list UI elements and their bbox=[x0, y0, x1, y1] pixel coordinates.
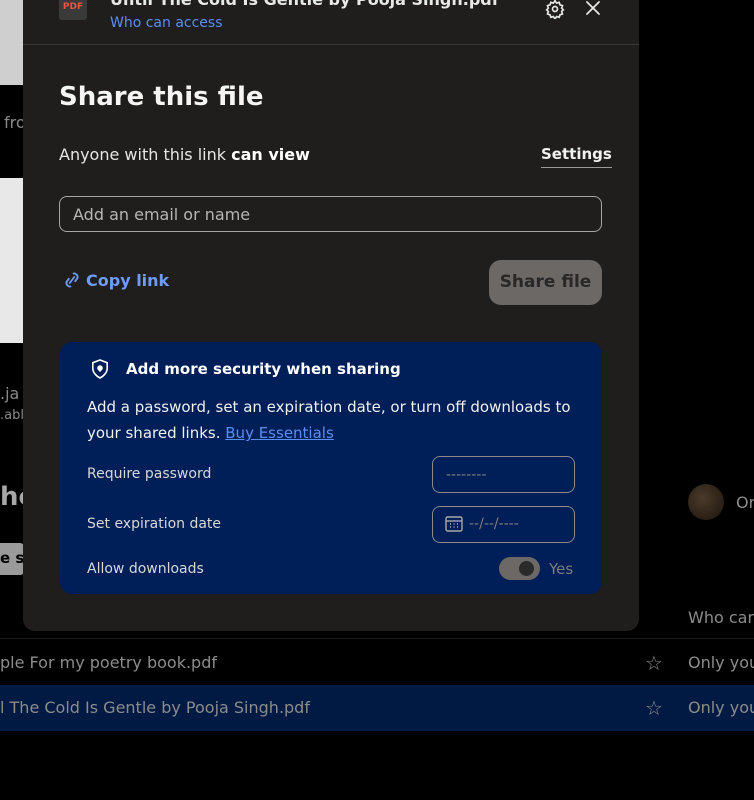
file-row-selected[interactable]: l The Cold Is Gentle by Pooja Singh.pdf … bbox=[0, 685, 754, 731]
copy-link-button[interactable]: Copy link bbox=[64, 270, 169, 290]
file-name[interactable]: ple For my poetry book.pdf bbox=[0, 653, 217, 672]
divider bbox=[0, 638, 754, 639]
close-icon[interactable] bbox=[584, 0, 602, 17]
security-upsell-panel: Add more security when sharing Add a pas… bbox=[60, 342, 602, 594]
password-field[interactable] bbox=[432, 456, 575, 493]
file-title: Until The Cold Is Gentle by Pooja Singh.… bbox=[110, 0, 499, 9]
background-text: .abl bbox=[0, 408, 24, 423]
access-label: Only you bbox=[688, 653, 754, 672]
link-permission-level[interactable]: can view bbox=[231, 145, 310, 164]
file-name[interactable]: l The Cold Is Gentle by Pooja Singh.pdf bbox=[0, 698, 310, 717]
star-icon[interactable]: ☆ bbox=[645, 651, 663, 675]
star-icon[interactable]: ☆ bbox=[645, 696, 663, 720]
background-card bbox=[0, 0, 24, 85]
calendar-icon[interactable] bbox=[445, 516, 463, 532]
link-permission-prefix: Anyone with this link bbox=[59, 145, 227, 164]
share-modal: PDF Until The Cold Is Gentle by Pooja Si… bbox=[23, 0, 639, 631]
modal-header: PDF Until The Cold Is Gentle by Pooja Si… bbox=[23, 0, 639, 45]
pdf-file-icon: PDF bbox=[59, 0, 87, 20]
expiration-date-field[interactable]: --/--/---- bbox=[432, 506, 575, 543]
column-header-access: Who can bbox=[688, 608, 754, 627]
copy-link-label: Copy link bbox=[86, 270, 170, 290]
who-can-access-link[interactable]: Who can access bbox=[110, 15, 223, 31]
security-title: Add more security when sharing bbox=[126, 360, 401, 378]
gear-icon[interactable] bbox=[545, 0, 565, 19]
share-title: Share this file bbox=[59, 82, 264, 112]
email-input[interactable] bbox=[59, 196, 602, 232]
file-thumbnail[interactable] bbox=[0, 178, 24, 343]
security-description: Add a password, set an expiration date, … bbox=[87, 394, 587, 446]
buy-essentials-link[interactable]: Buy Essentials bbox=[225, 424, 334, 442]
link-icon bbox=[65, 272, 79, 288]
owner-name: Or bbox=[736, 493, 754, 512]
date-placeholder: --/--/---- bbox=[469, 516, 519, 532]
background-text: .ja bbox=[0, 384, 20, 403]
allow-downloads-toggle[interactable] bbox=[499, 557, 540, 580]
shield-icon bbox=[91, 359, 109, 379]
link-permission[interactable]: Anyone with this link can view bbox=[59, 145, 310, 164]
share-file-button[interactable]: Share file bbox=[489, 260, 602, 305]
toggle-knob bbox=[519, 561, 534, 576]
file-row[interactable]: ple For my poetry book.pdf ☆ Only you bbox=[0, 640, 754, 686]
require-password-label: Require password bbox=[87, 466, 212, 482]
settings-link[interactable]: Settings bbox=[541, 145, 612, 168]
allow-downloads-value: Yes bbox=[549, 560, 574, 578]
expiration-date-label: Set expiration date bbox=[87, 516, 222, 532]
allow-downloads-label: Allow downloads bbox=[87, 561, 204, 577]
access-label: Only you bbox=[688, 698, 754, 717]
avatar bbox=[688, 484, 724, 520]
